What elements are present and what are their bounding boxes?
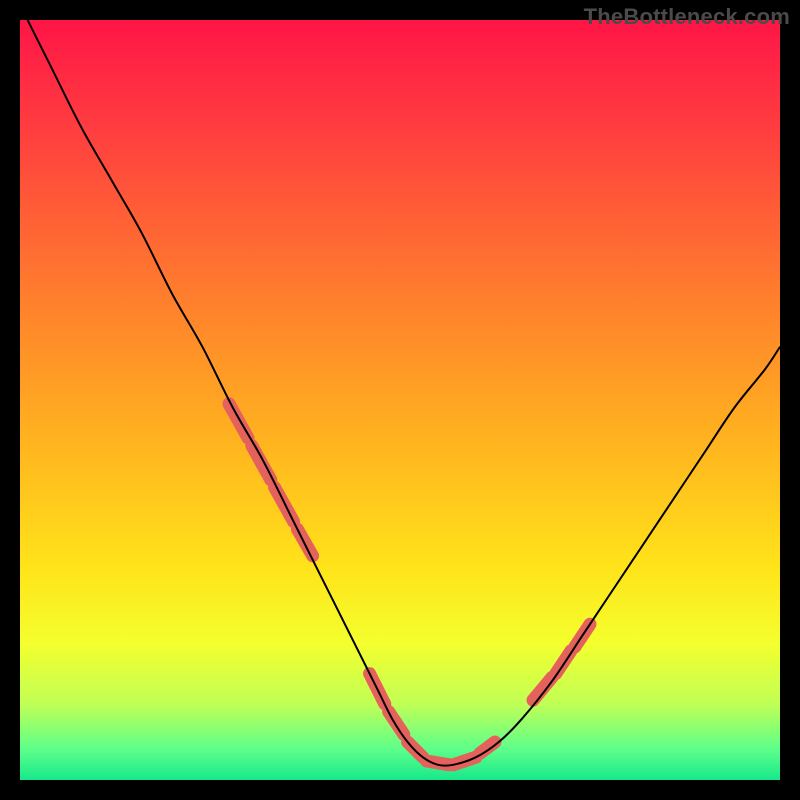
chart-svg (20, 20, 780, 780)
gradient-background (20, 20, 780, 780)
chart-frame: TheBottleneck.com (0, 0, 800, 800)
plot-area (20, 20, 780, 780)
watermark-text: TheBottleneck.com (584, 4, 790, 30)
